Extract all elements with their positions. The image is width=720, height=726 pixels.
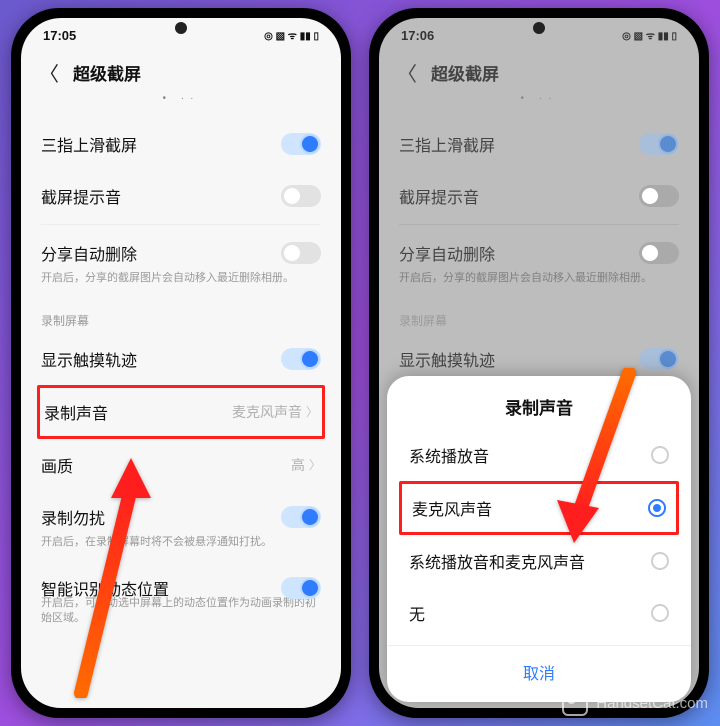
radio-unselected-icon[interactable] <box>651 604 669 622</box>
page-indicator: • ·· <box>21 93 341 118</box>
row-label: 截屏提示音 <box>399 184 479 208</box>
front-camera-icon <box>175 22 187 34</box>
back-icon[interactable]: 〈 <box>39 58 59 87</box>
chevron-right-icon: 〉 <box>309 456 321 473</box>
screen-right: 17:06 ◎ ▧ ᯤ ▮▮ ▯ 〈 超级截屏 • ·· 三指上滑截屏 截屏提示… <box>379 18 699 708</box>
toggle-on-icon[interactable] <box>281 577 321 599</box>
highlight-record-audio: 录制声音 麦克风声音 〉 <box>37 385 325 439</box>
row-label: 显示触摸轨迹 <box>41 347 137 371</box>
option-none[interactable]: 无 <box>387 587 691 639</box>
phone-left: 17:05 ◎ ▧ ᯤ ▮▮ ▯ 〈 超级截屏 • ·· 三指上滑截屏 截屏提示… <box>11 8 351 718</box>
divider <box>399 224 679 225</box>
radio-unselected-icon[interactable] <box>651 552 669 570</box>
radio-unselected-icon[interactable] <box>651 446 669 464</box>
row-label: 录制勿扰 <box>41 505 105 529</box>
toggle-on-icon[interactable] <box>281 348 321 370</box>
row-description: 开启后，可自动选中屏幕上的动态位置作为动画录制的初始区域。 <box>41 596 321 638</box>
modal-title: 录制声音 <box>387 394 691 429</box>
divider <box>41 224 321 225</box>
watermark-text: HandsetCat.com <box>596 695 708 712</box>
row-label: 分享自动删除 <box>399 241 495 265</box>
row-value: 麦克风声音 〉 <box>232 402 318 422</box>
row-shutter-sound[interactable]: 截屏提示音 <box>399 170 679 222</box>
toggle-on-icon[interactable] <box>281 133 321 155</box>
cancel-button[interactable]: 取消 <box>387 645 691 692</box>
watermark: HandsetCat.com <box>562 690 708 716</box>
handsetcat-logo-icon <box>562 690 588 716</box>
screen-left: 17:05 ◎ ▧ ᯤ ▮▮ ▯ 〈 超级截屏 • ·· 三指上滑截屏 截屏提示… <box>21 18 341 708</box>
row-label: 画质 <box>41 453 73 477</box>
row-quality[interactable]: 画质 高 〉 <box>41 439 321 491</box>
toggle-on-icon[interactable] <box>639 133 679 155</box>
option-both[interactable]: 系统播放音和麦克风声音 <box>387 535 691 587</box>
option-microphone[interactable]: 麦克风声音 <box>402 484 676 532</box>
back-icon[interactable]: 〈 <box>397 58 417 87</box>
toggle-on-icon[interactable] <box>281 506 321 528</box>
toggle-off-icon[interactable] <box>281 242 321 264</box>
row-three-finger[interactable]: 三指上滑截屏 <box>41 118 321 170</box>
section-title: 录制屏幕 <box>41 298 321 333</box>
header: 〈 超级截屏 <box>21 48 341 93</box>
page-title: 超级截屏 <box>431 60 499 85</box>
row-show-touch[interactable]: 显示触摸轨迹 <box>41 333 321 385</box>
row-label: 分享自动删除 <box>41 241 137 265</box>
phone-right: 17:06 ◎ ▧ ᯤ ▮▮ ▯ 〈 超级截屏 • ·· 三指上滑截屏 截屏提示… <box>369 8 709 718</box>
status-icons: ◎ ▧ ᯤ ▮▮ ▯ <box>622 28 677 42</box>
option-label: 麦克风声音 <box>412 496 492 520</box>
row-shutter-sound[interactable]: 截屏提示音 <box>41 170 321 222</box>
row-label: 录制声音 <box>44 400 108 424</box>
toggle-off-icon[interactable] <box>639 185 679 207</box>
toggle-on-icon[interactable] <box>639 348 679 370</box>
highlight-mic-option: 麦克风声音 <box>399 481 679 535</box>
option-label: 无 <box>409 601 425 625</box>
status-time: 17:05 <box>43 28 76 43</box>
status-time: 17:06 <box>401 28 434 43</box>
page-title: 超级截屏 <box>73 60 141 85</box>
row-label: 三指上滑截屏 <box>399 132 495 156</box>
row-description: 开启后，分享的截屏图片会自动移入最近删除相册。 <box>399 271 679 298</box>
row-description: 开启后，分享的截屏图片会自动移入最近删除相册。 <box>41 271 321 298</box>
row-value: 高 〉 <box>291 455 321 475</box>
chevron-right-icon: 〉 <box>306 403 318 420</box>
record-audio-modal: 录制声音 系统播放音 麦克风声音 系统播放音和麦克风声音 无 <box>387 376 691 702</box>
header: 〈 超级截屏 <box>379 48 699 93</box>
front-camera-icon <box>533 22 545 34</box>
status-icons: ◎ ▧ ᯤ ▮▮ ▯ <box>264 28 319 42</box>
option-label: 系统播放音和麦克风声音 <box>409 549 585 573</box>
row-label: 显示触摸轨迹 <box>399 347 495 371</box>
row-label: 截屏提示音 <box>41 184 121 208</box>
row-label: 三指上滑截屏 <box>41 132 137 156</box>
section-title: 录制屏幕 <box>399 298 679 333</box>
row-three-finger[interactable]: 三指上滑截屏 <box>399 118 679 170</box>
option-label: 系统播放音 <box>409 443 489 467</box>
toggle-off-icon[interactable] <box>639 242 679 264</box>
radio-selected-icon[interactable] <box>648 499 666 517</box>
option-system-audio[interactable]: 系统播放音 <box>387 429 691 481</box>
row-record-audio[interactable]: 录制声音 麦克风声音 〉 <box>44 388 318 436</box>
row-description: 开启后，在录制屏幕时将不会被悬浮通知打扰。 <box>41 535 321 562</box>
toggle-off-icon[interactable] <box>281 185 321 207</box>
page-indicator: • ·· <box>379 93 699 118</box>
